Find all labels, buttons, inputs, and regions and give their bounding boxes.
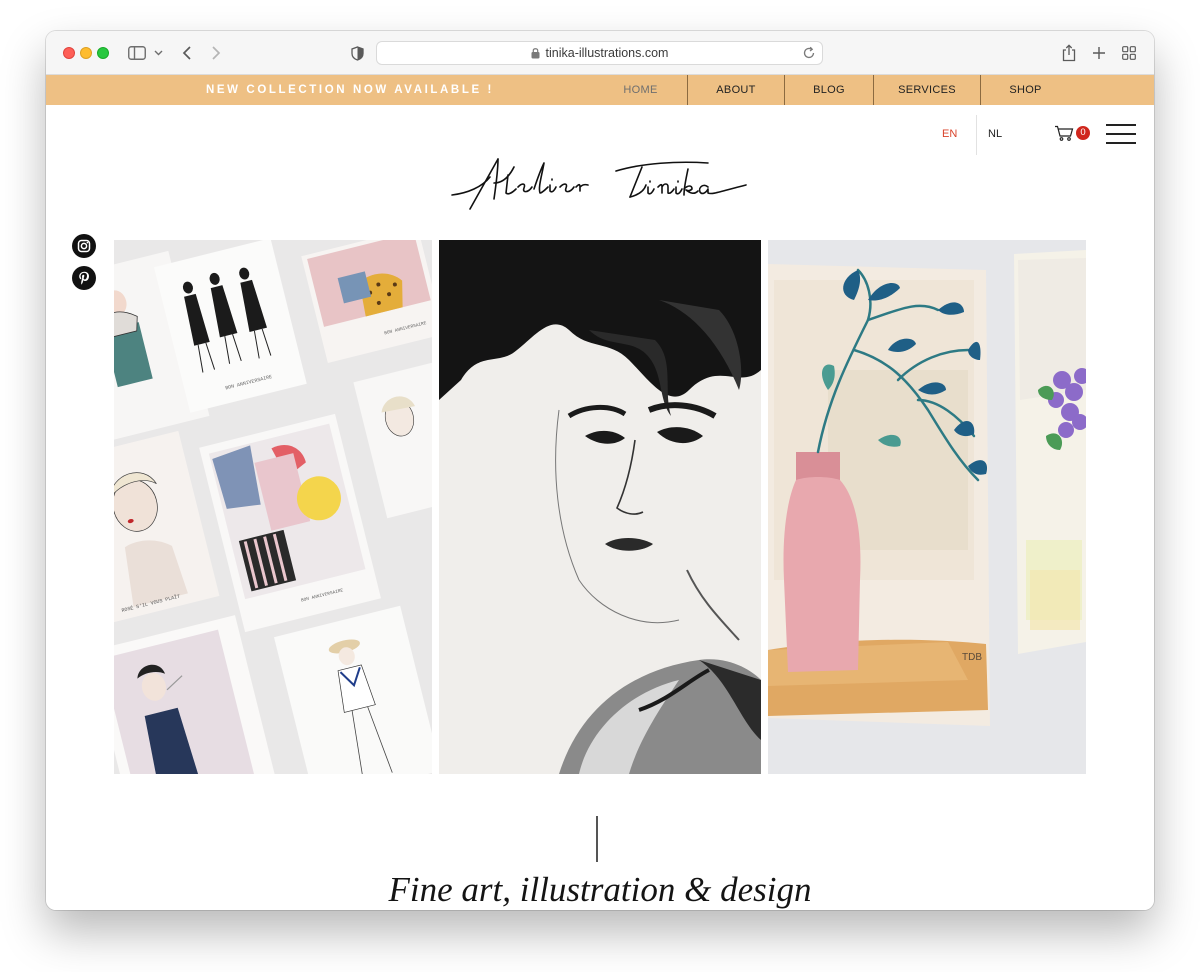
section-divider-line bbox=[596, 816, 598, 862]
forward-arrow-icon[interactable] bbox=[208, 43, 224, 63]
share-icon[interactable] bbox=[1061, 43, 1077, 63]
gallery-image-cards[interactable]: BON ANNIVERSAIRE BON ANNIVERSAIRE BON AN… bbox=[114, 240, 432, 774]
zoom-window-button[interactable] bbox=[97, 47, 109, 59]
close-window-button[interactable] bbox=[63, 47, 75, 59]
painting-signature: TDB bbox=[962, 652, 982, 663]
announcement-bar: NEW COLLECTION NOW AVAILABLE ! HOME ABOU… bbox=[46, 75, 1154, 105]
nav-item-services[interactable]: SERVICES bbox=[873, 75, 980, 105]
browser-window: tinika-illustrations.com NEW COLLECTION … bbox=[46, 31, 1154, 910]
website-viewport: NEW COLLECTION NOW AVAILABLE ! HOME ABOU… bbox=[46, 75, 1154, 910]
hamburger-menu-icon[interactable] bbox=[1106, 124, 1136, 144]
cart-count-badge: 0 bbox=[1076, 126, 1090, 140]
tab-overview-icon[interactable] bbox=[1121, 43, 1137, 63]
back-arrow-icon[interactable] bbox=[179, 43, 195, 63]
minimize-window-button[interactable] bbox=[80, 47, 92, 59]
nav-item-blog[interactable]: BLOG bbox=[784, 75, 873, 105]
brand-logo[interactable] bbox=[446, 153, 756, 215]
nav-item-home[interactable]: HOME bbox=[594, 75, 687, 105]
browser-toolbar: tinika-illustrations.com bbox=[46, 31, 1154, 75]
cart-icon bbox=[1055, 125, 1074, 141]
nav-item-about[interactable]: ABOUT bbox=[687, 75, 784, 105]
language-divider bbox=[976, 115, 977, 155]
main-navigation: HOME ABOUT BLOG SERVICES SHOP bbox=[594, 75, 1070, 105]
pinterest-icon[interactable] bbox=[72, 266, 96, 290]
new-tab-icon[interactable] bbox=[1091, 43, 1107, 63]
url-text: tinika-illustrations.com bbox=[545, 46, 669, 60]
shield-icon[interactable] bbox=[349, 43, 365, 63]
chevron-down-icon[interactable] bbox=[152, 43, 164, 63]
language-nl-link[interactable]: NL bbox=[988, 128, 1002, 140]
instagram-icon[interactable] bbox=[72, 234, 96, 258]
cart-button[interactable]: 0 bbox=[1054, 125, 1090, 143]
nav-item-shop[interactable]: SHOP bbox=[980, 75, 1070, 105]
address-bar[interactable]: tinika-illustrations.com bbox=[376, 41, 823, 65]
gallery-image-portrait[interactable] bbox=[439, 240, 761, 774]
hero-tagline: Fine art, illustration & design bbox=[388, 870, 812, 909]
announcement-text[interactable]: NEW COLLECTION NOW AVAILABLE ! bbox=[206, 75, 494, 106]
sidebar-icon[interactable] bbox=[128, 43, 146, 63]
language-en-link[interactable]: EN bbox=[942, 128, 957, 140]
lock-icon bbox=[531, 47, 540, 59]
reload-icon[interactable] bbox=[802, 46, 816, 60]
gallery-image-vase-painting[interactable]: TDB bbox=[768, 240, 1086, 774]
